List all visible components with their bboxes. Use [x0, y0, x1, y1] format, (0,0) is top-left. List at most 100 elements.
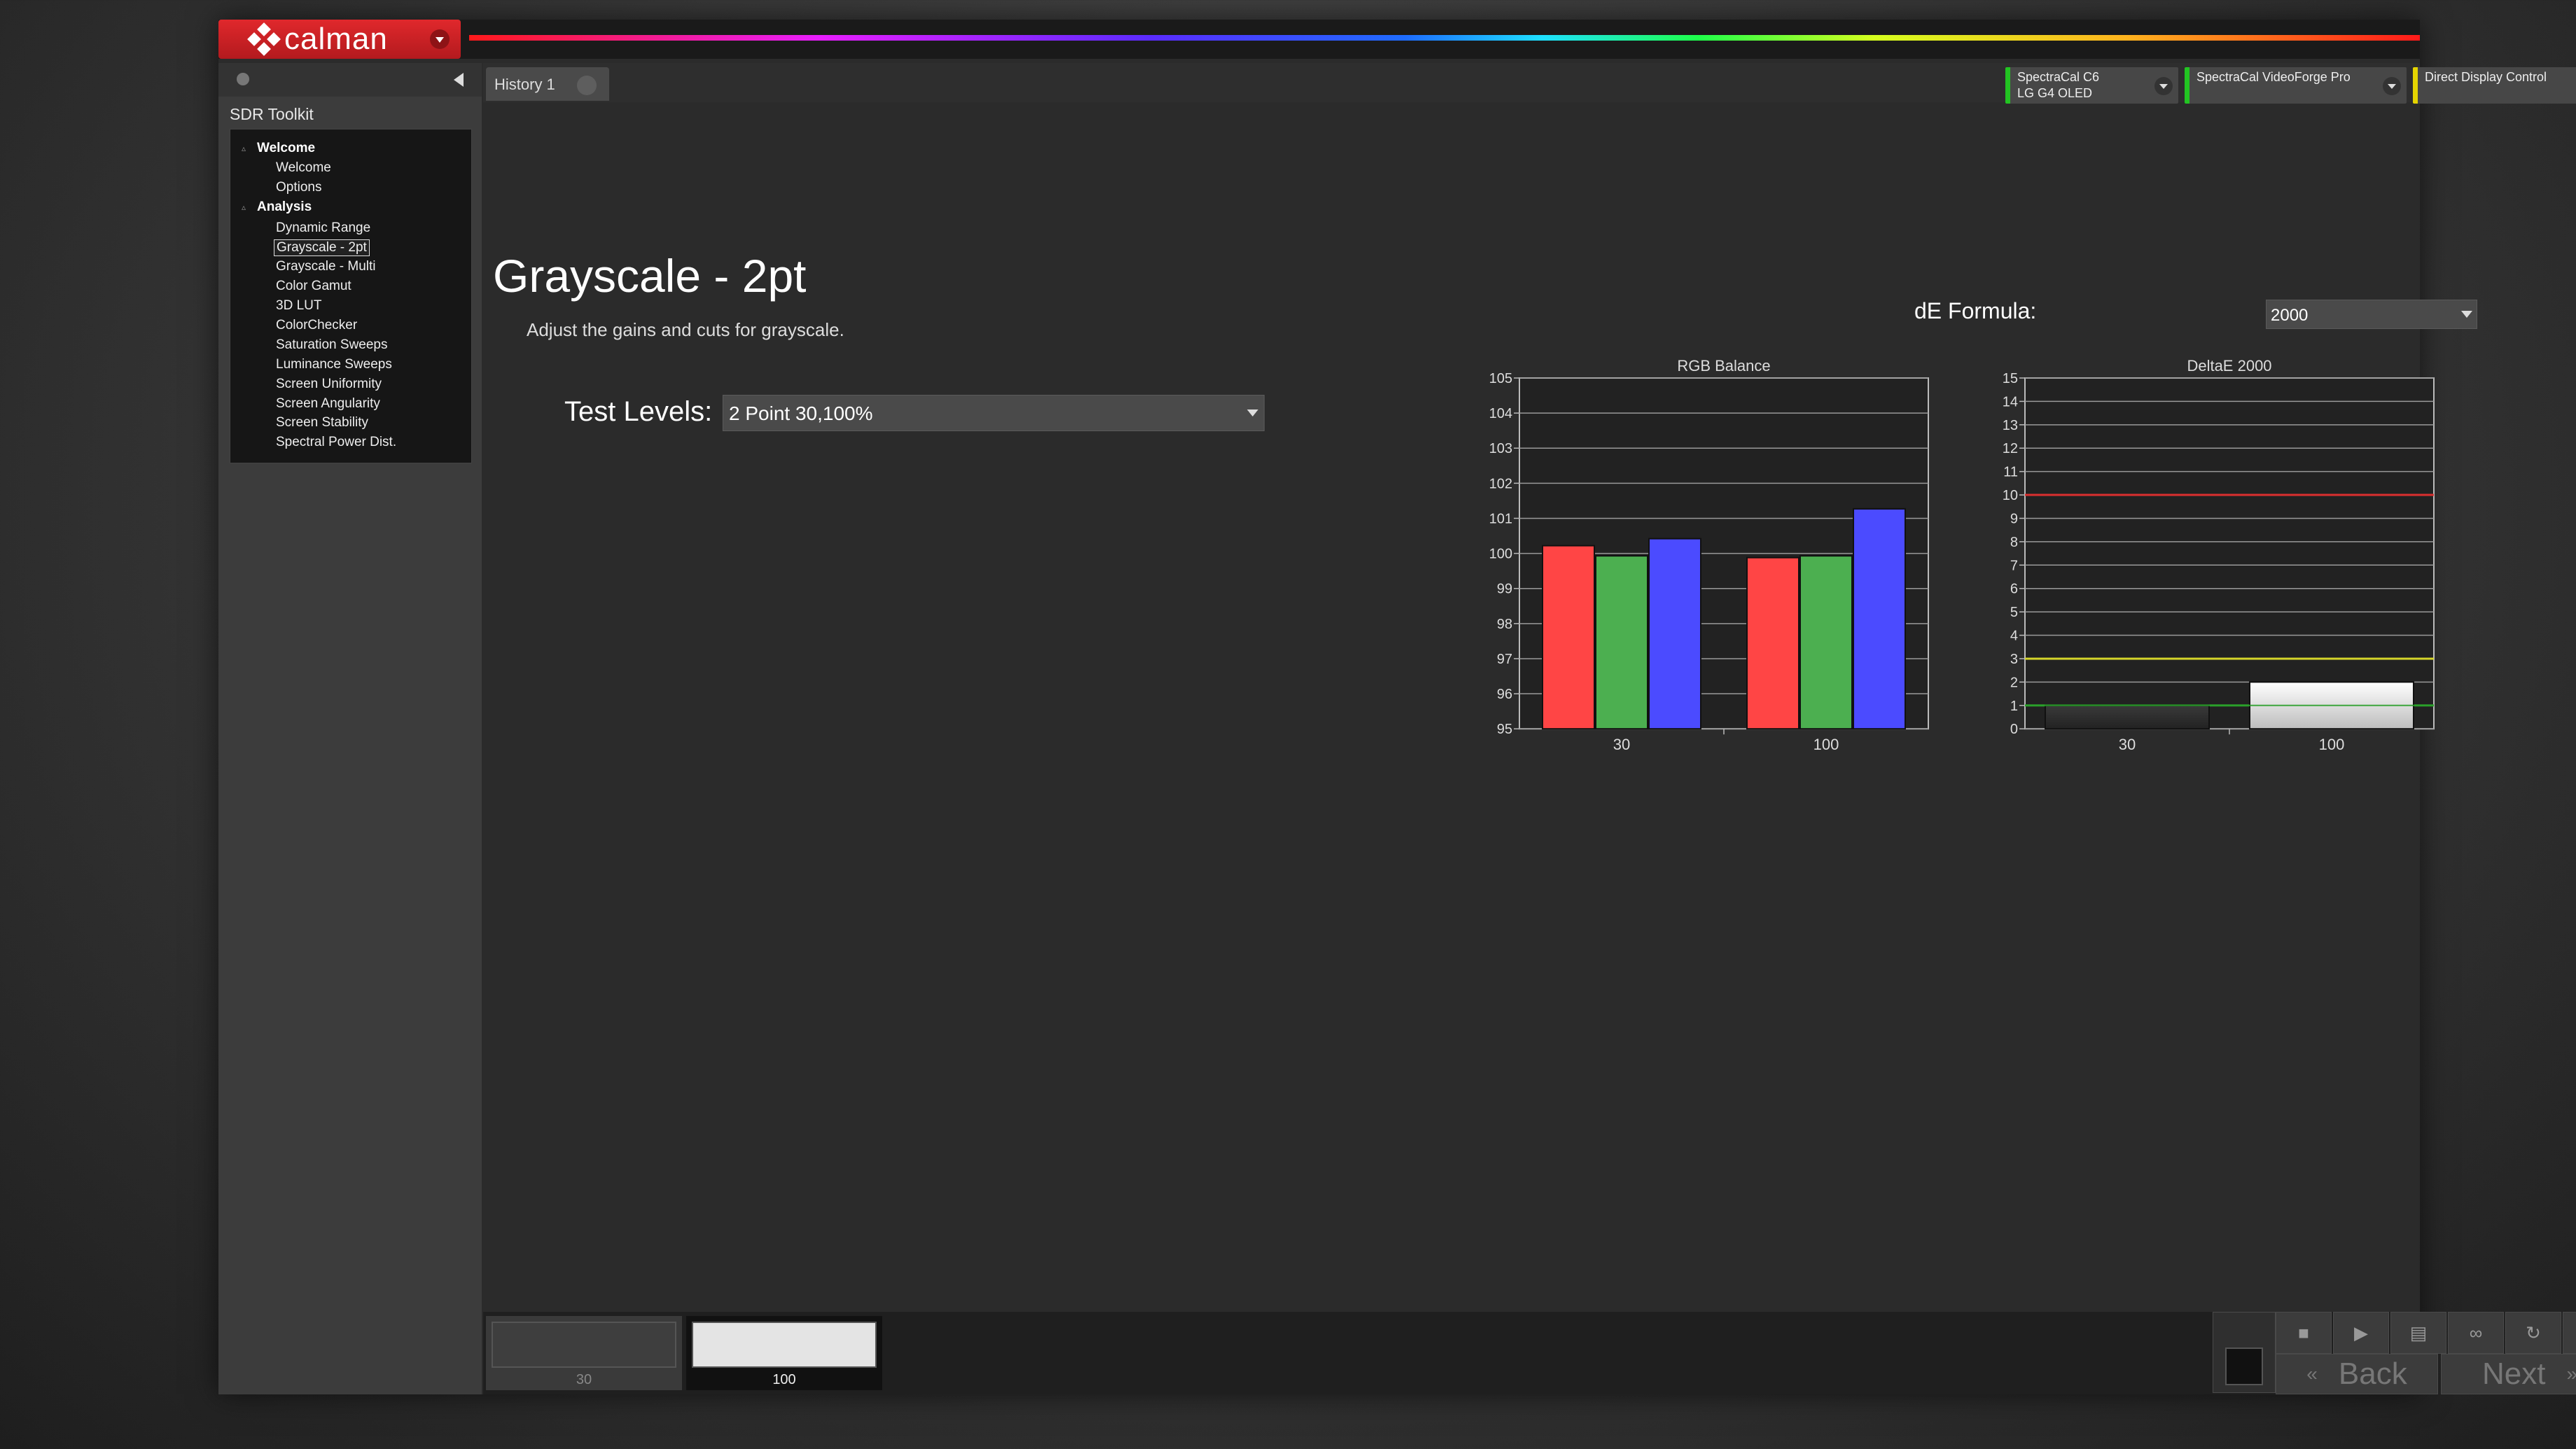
y-tick-label: 1 — [2010, 699, 2018, 714]
bar — [1799, 555, 1853, 730]
collapse-sidebar-icon[interactable] — [454, 73, 464, 87]
y-tick-label: 99 — [1497, 582, 1512, 597]
tree-item-screen-angularity[interactable]: Screen Angularity — [274, 396, 382, 412]
deltae-chart: DeltaE 2000012345678910111213141530 100 — [2003, 358, 2435, 750]
pattern-generator-selector[interactable]: SpectraCal VideoForge Pro — [2185, 67, 2407, 104]
workflow-page: Grayscale - 2pt Adjust the gains and cut… — [483, 106, 2477, 1310]
continuous-icon[interactable]: ∞ — [2448, 1312, 2504, 1354]
y-tick-label: 15 — [2003, 371, 2018, 386]
sidebar-header — [218, 63, 482, 97]
patch-swatch — [692, 1322, 877, 1368]
chevron-down-icon[interactable] — [2154, 77, 2173, 95]
tree-item-saturation-sweeps[interactable]: Saturation Sweeps — [274, 337, 390, 353]
chevron-down-icon — [2461, 311, 2472, 318]
stop-icon[interactable]: ■ — [2276, 1312, 2332, 1354]
tab-bar: History 1 SpectraCal C6 LG G4 OLED Spect… — [483, 63, 2576, 104]
tree-item-3d-lut[interactable]: 3D LUT — [274, 298, 323, 314]
display-control-selector[interactable]: Direct Display Control — [2413, 67, 2576, 104]
patch-30[interactable]: 30 — [486, 1316, 682, 1390]
de-formula-value: 2000 — [2271, 306, 2309, 325]
tree-item-screen-stability[interactable]: Screen Stability — [274, 415, 370, 430]
back-button[interactable]: « Back — [2276, 1354, 2438, 1394]
page-description: Adjust the gains and cuts for grayscale. — [527, 319, 844, 340]
patch-label: 30 — [576, 1372, 592, 1387]
add-tab-icon[interactable] — [577, 76, 597, 95]
x-tick-label: 100 — [2319, 736, 2345, 750]
y-tick-label: 98 — [1497, 617, 1512, 632]
tree-item-options[interactable]: Options — [274, 180, 323, 195]
y-tick-label: 14 — [2003, 394, 2018, 410]
tree-item-colorchecker[interactable]: ColorChecker — [274, 318, 359, 333]
device-display: LG G4 OLED — [2017, 86, 2093, 100]
tree-group-welcome[interactable]: Welcome — [257, 141, 315, 156]
device-name: Direct Display Control — [2425, 70, 2547, 84]
y-tick-label: 103 — [1489, 441, 1512, 456]
plot-area — [2024, 377, 2435, 730]
y-tick-label: 7 — [2010, 558, 2018, 573]
tree-item-grayscale-2pt[interactable]: Grayscale - 2pt — [274, 239, 370, 256]
y-tick-label: 97 — [1497, 652, 1512, 667]
de-formula-dropdown[interactable]: 2000 — [2266, 300, 2477, 329]
record-icon[interactable]: ● — [2563, 1312, 2576, 1354]
calman-menu-button[interactable]: calman — [218, 20, 461, 59]
calman-logo-icon — [247, 22, 281, 56]
back-label: Back — [2338, 1357, 2407, 1391]
tree-group-analysis[interactable]: Analysis — [257, 200, 312, 215]
y-tick-label: 5 — [2010, 605, 2018, 620]
x-tick-label: 100 — [1813, 736, 1839, 750]
preview-swatch — [2225, 1348, 2263, 1385]
y-tick-label: 4 — [2010, 629, 2018, 644]
y-tick-label: 12 — [2003, 441, 2018, 456]
chevron-down-icon[interactable] — [2383, 77, 2401, 95]
logo-text: calman — [284, 22, 388, 56]
expand-icon[interactable]: ▵ — [242, 202, 246, 212]
patch-100[interactable]: 100 — [686, 1316, 882, 1390]
bottom-bar: 30 100 ■ ▶ ▤ ∞ ↻ ● « Back Next » — [483, 1312, 2576, 1394]
tree-item-grayscale-multi[interactable]: Grayscale - Multi — [274, 259, 378, 274]
tab-history-1[interactable]: History 1 — [486, 67, 609, 101]
workflow-tree: ▵ Welcome Welcome Options ▵ Analysis Dyn… — [230, 129, 472, 463]
test-levels-value: 2 Point 30,100% — [729, 402, 873, 424]
next-arrow-icon: » — [2566, 1363, 2576, 1385]
chevron-down-icon — [1247, 410, 1258, 416]
next-button[interactable]: Next » — [2441, 1354, 2576, 1394]
page-title: Grayscale - 2pt — [493, 250, 807, 302]
y-tick-label: 10 — [2003, 488, 2018, 503]
tree-item-screen-uniformity[interactable]: Screen Uniformity — [274, 377, 384, 392]
y-tick-label: 96 — [1497, 687, 1512, 702]
tree-item-luminance-sweeps[interactable]: Luminance Sweeps — [274, 357, 394, 372]
x-tick-label: 30 — [1613, 736, 1630, 750]
top-bar: calman — [218, 20, 2420, 59]
rgb-balance-chart: RGB Balance 95 96 97 98 99 100 101 102 103 104 105 3… — [1489, 358, 1929, 750]
tree-item-dynamic-range[interactable]: Dynamic Range — [274, 220, 373, 236]
tree-item-welcome[interactable]: Welcome — [274, 160, 333, 176]
save-icon[interactable]: ▤ — [2390, 1312, 2446, 1354]
tree-item-color-gamut[interactable]: Color Gamut — [274, 279, 354, 294]
sidebar: SDR Toolkit ▵ Welcome Welcome Options ▵ … — [218, 63, 482, 1394]
pin-icon[interactable] — [237, 73, 249, 85]
y-tick-label: 13 — [2003, 418, 2018, 433]
device-name: SpectraCal C6 — [2017, 70, 2100, 84]
next-label: Next — [2481, 1357, 2546, 1391]
refresh-icon[interactable]: ↻ — [2505, 1312, 2561, 1354]
tree-item-spectral-power-dist[interactable]: Spectral Power Dist. — [274, 435, 398, 450]
x-tick-label: 30 — [2119, 736, 2136, 750]
chart-title: DeltaE 2000 — [2187, 358, 2271, 374]
test-levels-label: Test Levels: — [564, 396, 713, 427]
y-tick-label: 9 — [2010, 511, 2018, 526]
chevron-down-icon[interactable] — [430, 29, 450, 49]
patch-preview[interactable] — [2213, 1312, 2276, 1393]
y-tick-label: 6 — [2010, 582, 2018, 597]
y-tick-label: 0 — [2010, 722, 2018, 737]
app-window: calman SDR Toolkit ▵ Welcome Welcome Opt… — [218, 20, 2576, 1394]
device-name: SpectraCal VideoForge Pro — [2196, 70, 2351, 84]
patch-label: 100 — [772, 1372, 796, 1387]
de-formula-label: dE Formula: — [1914, 298, 2037, 323]
y-tick-label: 105 — [1489, 371, 1512, 386]
test-levels-dropdown[interactable]: 2 Point 30,100% — [723, 395, 1265, 431]
meter-device-selector[interactable]: SpectraCal C6 LG G4 OLED — [2005, 67, 2178, 104]
expand-icon[interactable]: ▵ — [242, 144, 246, 153]
bar — [1542, 545, 1595, 730]
play-icon[interactable]: ▶ — [2333, 1312, 2389, 1354]
chart-title: RGB Balance — [1677, 358, 1770, 374]
